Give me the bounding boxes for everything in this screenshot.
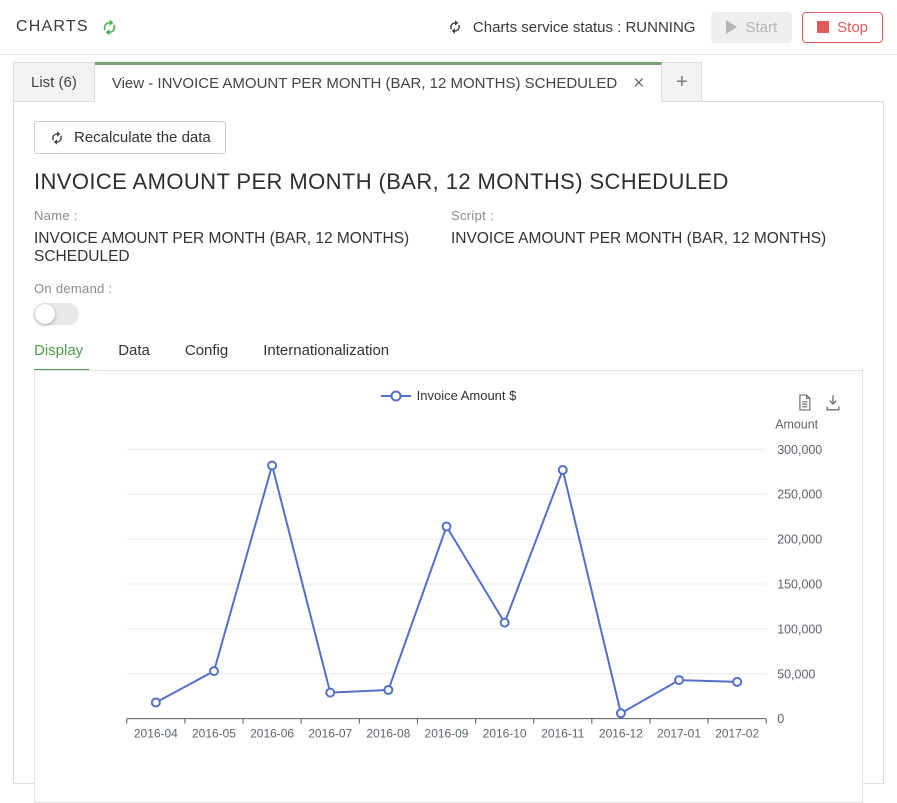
subtab-display[interactable]: Display	[34, 342, 89, 372]
script-value: INVOICE AMOUNT PER MONTH (BAR, 12 MONTHS…	[451, 230, 826, 248]
x-tick-label: 2016-05	[192, 727, 236, 741]
line-chart: 2016-04 2016-05 2016-06 2016-07 2016-08 2016-…	[35, 371, 862, 802]
page-title: INVOICE AMOUNT PER MONTH (BAR, 12 MONTHS…	[34, 169, 863, 195]
tab-add[interactable]: +	[662, 62, 702, 102]
y-axis-name: Amount	[775, 417, 818, 431]
view-subtabs: Display Data Config Internationalization	[34, 342, 863, 371]
service-status-text: Charts service status : RUNNING	[473, 19, 696, 36]
y-tick-label: 50,000	[777, 667, 815, 681]
x-tick-label: 2017-01	[657, 727, 701, 741]
refresh-icon	[49, 130, 65, 146]
script-field: Script : INVOICE AMOUNT PER MONTH (BAR, …	[451, 208, 826, 266]
data-point	[559, 466, 567, 474]
x-tick-label: 2016-04	[134, 727, 178, 741]
chart-fields: Name : INVOICE AMOUNT PER MONTH (BAR, 12…	[34, 208, 863, 266]
on-demand-toggle[interactable]	[34, 303, 79, 325]
data-point	[443, 523, 451, 531]
x-tick-label: 2016-08	[366, 727, 410, 741]
y-tick-label: 200,000	[777, 533, 822, 547]
name-label: Name :	[34, 208, 451, 223]
y-tick-label: 300,000	[777, 443, 822, 457]
stop-icon	[817, 21, 829, 33]
refresh-charts-icon[interactable]	[100, 18, 119, 37]
x-tick-label: 2016-12	[599, 727, 643, 741]
data-point	[152, 699, 160, 707]
data-point	[326, 689, 334, 697]
toggle-knob	[35, 304, 55, 324]
recalculate-button-label: Recalculate the data	[74, 129, 211, 146]
data-point	[501, 619, 509, 627]
stop-button-label: Stop	[837, 19, 868, 36]
subtab-config[interactable]: Config	[185, 342, 234, 370]
series-line	[156, 465, 737, 713]
stop-button[interactable]: Stop	[802, 12, 883, 43]
tab-list-label: List (6)	[31, 74, 77, 91]
plus-icon: +	[676, 71, 688, 94]
data-point	[617, 709, 625, 717]
subtab-internationalization[interactable]: Internationalization	[263, 342, 395, 370]
close-icon[interactable]: ×	[633, 74, 644, 93]
y-tick-label: 100,000	[777, 622, 822, 636]
x-tick-label: 2016-06	[250, 727, 294, 741]
name-value: INVOICE AMOUNT PER MONTH (BAR, 12 MONTHS…	[34, 230, 451, 266]
on-demand-field: On demand :	[34, 281, 863, 325]
x-tick-label: 2016-11	[541, 727, 584, 741]
data-point	[733, 678, 741, 686]
start-button-label: Start	[745, 19, 777, 36]
chart-panel: Invoice Amount $ 2016-042016-052016-0620…	[34, 370, 863, 803]
x-tick-label: 2016-10	[483, 727, 527, 741]
view-tab-content: Recalculate the data INVOICE AMOUNT PER …	[13, 101, 884, 784]
header-bar: CHARTS Charts service status : RUNNING S…	[0, 0, 897, 55]
play-icon	[726, 20, 737, 34]
service-status-area: Charts service status : RUNNING Start St…	[447, 12, 883, 43]
subtab-data[interactable]: Data	[118, 342, 156, 370]
script-label: Script :	[451, 208, 826, 223]
x-tick-label: 2016-07	[308, 727, 352, 741]
main-tabstrip: List (6) View - INVOICE AMOUNT PER MONTH…	[0, 62, 897, 102]
tab-view-label: View - INVOICE AMOUNT PER MONTH (BAR, 12…	[112, 75, 617, 92]
recalculate-button[interactable]: Recalculate the data	[34, 121, 226, 154]
tab-list[interactable]: List (6)	[13, 62, 95, 102]
data-point	[268, 462, 276, 470]
x-tick-label: 2017-02	[715, 727, 759, 741]
data-point	[210, 667, 218, 675]
tab-view-active[interactable]: View - INVOICE AMOUNT PER MONTH (BAR, 12…	[95, 62, 662, 102]
refresh-status-icon[interactable]	[447, 19, 463, 35]
x-tick-label: 2016-09	[425, 727, 469, 741]
data-point	[384, 686, 392, 694]
name-field: Name : INVOICE AMOUNT PER MONTH (BAR, 12…	[34, 208, 451, 266]
y-tick-label: 250,000	[777, 488, 822, 502]
y-tick-label: 0	[777, 712, 784, 726]
data-point	[675, 676, 683, 684]
start-button[interactable]: Start	[711, 12, 792, 43]
on-demand-label: On demand :	[34, 281, 863, 296]
y-tick-label: 150,000	[777, 577, 822, 591]
app-title: CHARTS	[16, 18, 89, 36]
